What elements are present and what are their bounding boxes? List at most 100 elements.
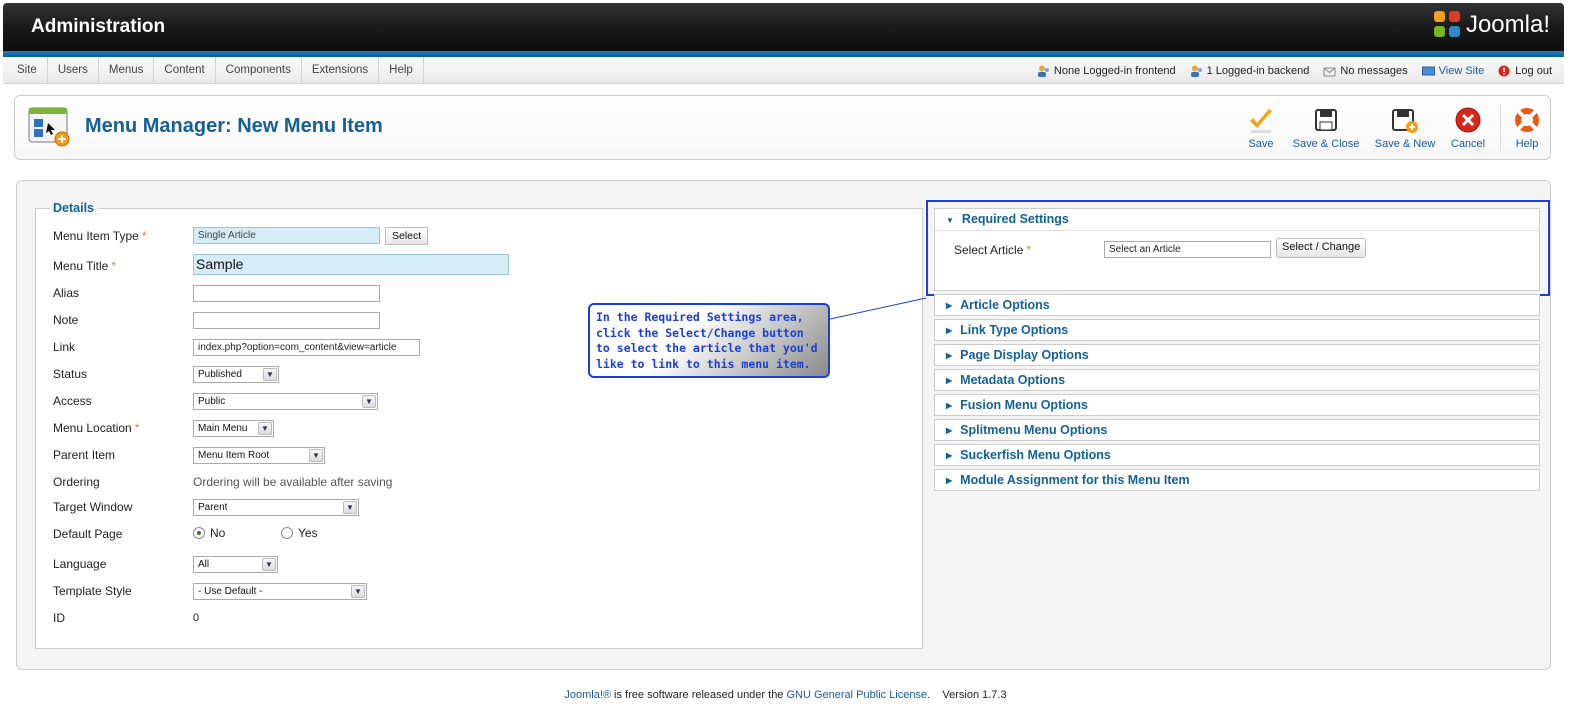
checkmark-icon [1250,109,1272,133]
chevron-down-icon: ▼ [351,585,365,598]
panel-suckerfish-options[interactable]: ▶ Suckerfish Menu Options [934,444,1540,466]
panel-link-type-options[interactable]: ▶ Link Type Options [934,319,1540,341]
menu-item-site[interactable]: Site [6,57,48,84]
triangle-right-icon: ▶ [946,376,953,385]
panel-splitmenu-options[interactable]: ▶ Splitmenu Menu Options [934,419,1540,441]
access-label: Access [53,394,92,408]
backend-users-status: 1 Logged-in backend [1190,65,1309,77]
ordering-label: Ordering [53,475,100,489]
details-legend: Details [50,201,98,215]
page-title: Menu Manager: New Menu Item [85,115,383,137]
chevron-down-icon: ▼ [362,395,376,408]
triangle-right-icon: ▶ [946,351,953,360]
language-select[interactable]: All ▼ [193,556,278,573]
floppy-disk-add-icon [1392,109,1418,133]
chevron-down-icon: ▼ [263,368,277,381]
cancel-icon [1455,107,1481,133]
note-input[interactable] [193,312,380,329]
access-select[interactable]: Public ▼ [193,393,378,410]
menu-item-type-label: Menu Item Type * [53,229,147,243]
panel-article-options[interactable]: ▶ Article Options [934,294,1540,316]
chevron-down-icon: ▼ [309,449,323,462]
lifebuoy-icon [1515,108,1539,132]
joomla-link[interactable]: Joomla!® [564,689,611,701]
menu-manager-icon [28,107,70,147]
menu-item-type-field[interactable]: Single Article [193,227,380,244]
triangle-right-icon: ▶ [946,451,953,460]
triangle-right-icon: ▶ [946,326,953,335]
link-input[interactable]: index.php?option=com_content&view=articl… [193,339,420,356]
save-button[interactable]: Save [1245,106,1277,150]
main-menu: Site Users Menus Content Components Exte… [6,57,424,84]
help-button[interactable]: Help [1512,106,1542,150]
envelope-icon [1323,67,1336,76]
instruction-callout: In the Required Settings area, click the… [588,303,830,378]
menu-item-extensions[interactable]: Extensions [302,57,380,84]
save-new-button[interactable]: Save & New [1372,106,1438,150]
id-label: ID [53,611,65,625]
callout-pointer-line [829,297,927,320]
ordering-note: Ordering will be available after saving [193,475,393,489]
status-select[interactable]: Published ▼ [193,366,279,383]
menu-title-label: Menu Title * [53,259,117,273]
admin-title: Administration [31,16,166,37]
id-value: 0 [193,612,200,624]
monitor-icon [1421,66,1435,75]
panel-module-assignment[interactable]: ▶ Module Assignment for this Menu Item [934,469,1540,491]
joomla-logo: Joomla! [1433,11,1550,39]
menu-item-type-select-button[interactable]: Select [385,227,429,245]
menu-location-label: Menu Location * [53,421,140,435]
panel-page-display-options[interactable]: ▶ Page Display Options [934,344,1540,366]
save-close-button[interactable]: Save & Close [1291,106,1361,150]
joomla-logo-icon [1433,11,1462,39]
default-page-label: Default Page [53,527,123,541]
triangle-right-icon: ▶ [946,401,953,410]
menu-item-content[interactable]: Content [154,57,216,84]
frontend-users-status: None Logged-in frontend [1037,65,1176,77]
default-page-no-option[interactable]: No [193,526,225,540]
alias-input[interactable] [193,285,380,302]
status-label: Status [53,367,88,381]
gpl-license-link[interactable]: GNU General Public License [786,689,927,701]
required-settings-highlight [926,200,1550,296]
menu-title-input[interactable]: Sample [193,254,509,275]
main-nav: Site Users Menus Content Components Exte… [3,57,1564,84]
alias-label: Alias [53,286,80,300]
menu-item-help[interactable]: Help [379,57,424,84]
link-label: Link [53,340,76,354]
joomla-logo-text: Joomla! [1465,11,1550,38]
menu-item-users[interactable]: Users [48,57,99,84]
status-bar: None Logged-in frontend 1 Logged-in back… [1037,57,1552,84]
admin-header: Administration Joomla! [3,3,1564,51]
users-icon [1190,65,1202,77]
messages-status[interactable]: No messages [1323,65,1408,77]
logout-icon [1498,65,1510,76]
details-fieldset: Details Menu Item Type * Single Article S… [35,201,923,649]
chevron-down-icon: ▼ [262,558,276,571]
panel-metadata-options[interactable]: ▶ Metadata Options [934,369,1540,391]
parent-item-select[interactable]: Menu Item Root ▼ [193,447,325,464]
menu-item-components[interactable]: Components [216,57,302,84]
logout-link[interactable]: Log out [1498,65,1552,77]
menu-item-menus[interactable]: Menus [99,57,155,84]
footer: Joomla!® is free software released under… [564,689,1007,701]
floppy-disk-icon [1315,109,1337,131]
triangle-right-icon: ▶ [946,301,953,310]
target-window-select[interactable]: Parent ▼ [193,499,359,516]
default-page-yes-option[interactable]: Yes [281,526,318,540]
menu-location-select[interactable]: Main Menu ▼ [193,420,274,437]
template-style-label: Template Style [53,584,132,598]
parent-item-label: Parent Item [53,448,116,462]
template-style-select[interactable]: - Use Default - ▼ [193,583,367,600]
language-label: Language [53,557,107,571]
chevron-down-icon: ▼ [343,501,357,514]
radio-unselected-icon [281,527,293,539]
toolbar-box: Menu Manager: New Menu Item Save Save & … [14,95,1551,160]
panel-fusion-menu-options[interactable]: ▶ Fusion Menu Options [934,394,1540,416]
view-site-link[interactable]: View Site [1421,65,1484,77]
target-window-label: Target Window [53,500,133,514]
triangle-right-icon: ▶ [946,476,953,485]
users-icon [1037,65,1049,77]
cancel-button[interactable]: Cancel [1449,106,1487,150]
note-label: Note [53,313,79,327]
